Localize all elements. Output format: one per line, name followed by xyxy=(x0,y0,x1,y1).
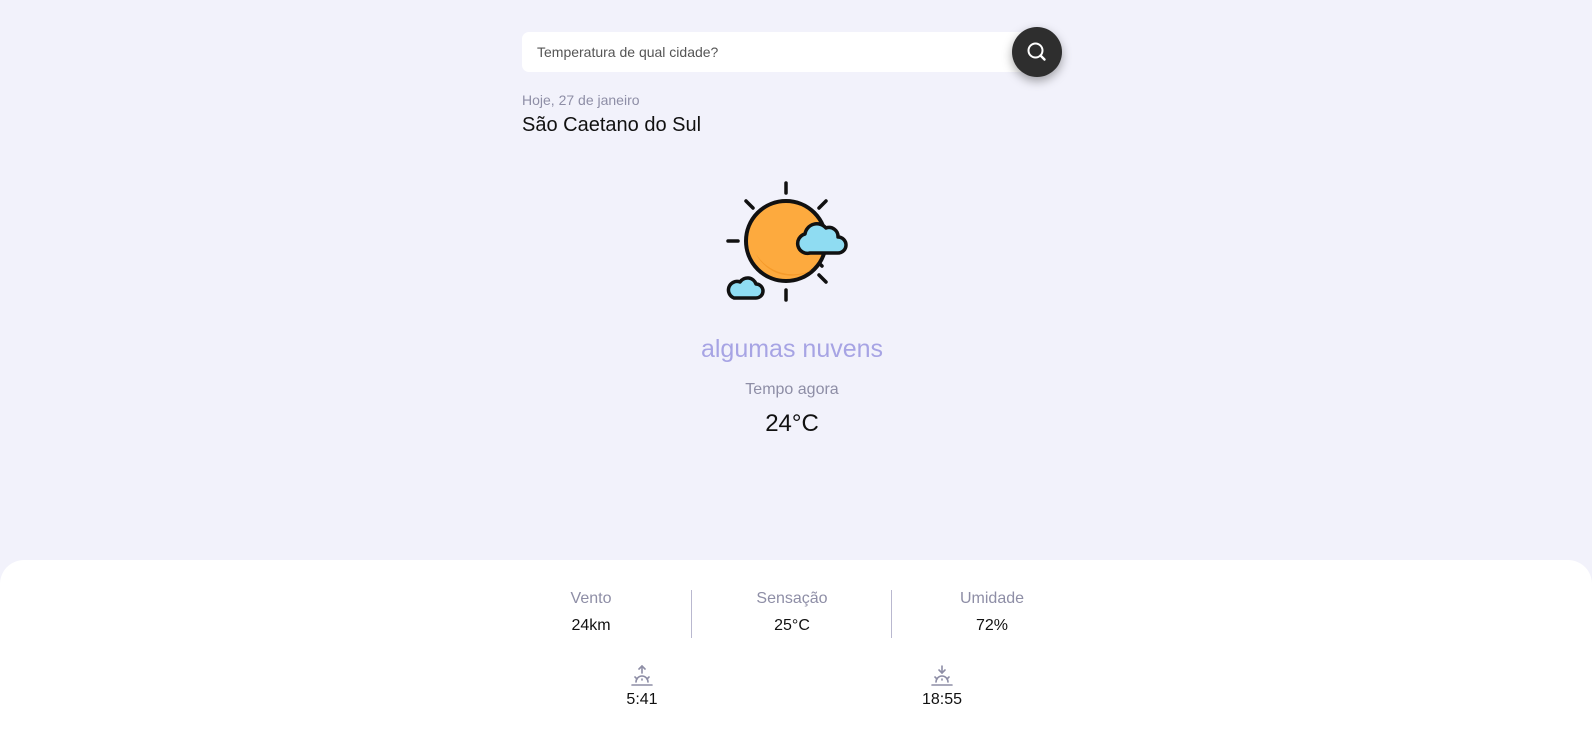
stat-value: 72% xyxy=(975,617,1009,634)
sun-with-clouds-icon xyxy=(726,180,856,305)
stat-label: Sensação xyxy=(756,590,828,607)
search-icon xyxy=(1025,40,1049,64)
stat-feels-like: Sensação 25°C xyxy=(712,590,872,635)
sunset-time: 18:55 xyxy=(921,691,963,708)
search-button[interactable] xyxy=(1012,27,1062,77)
stat-label: Umidade xyxy=(959,590,1025,607)
current-temperature: 24°C xyxy=(765,410,819,437)
stat-label: Vento xyxy=(570,590,612,607)
weather-condition: algumas nuvens xyxy=(700,335,884,363)
current-date: Hoje, 27 de janeiro xyxy=(522,92,640,108)
sunrise-icon xyxy=(602,665,682,687)
search-input[interactable] xyxy=(522,32,1042,72)
stat-value: 25°C xyxy=(774,617,810,634)
stat-value: 24km xyxy=(571,617,611,634)
search-bar xyxy=(522,27,1062,77)
divider xyxy=(891,590,892,638)
sunrise: 5:41 xyxy=(602,665,682,709)
stat-wind: Vento 24km xyxy=(511,590,671,635)
sunset: 18:55 xyxy=(902,665,982,709)
sunrise-time: 5:41 xyxy=(626,691,658,708)
divider xyxy=(691,590,692,638)
current-weather-label: Tempo agora xyxy=(745,381,839,398)
sunset-icon xyxy=(902,665,982,687)
city-name: São Caetano do Sul xyxy=(522,114,702,136)
stat-humidity: Umidade 72% xyxy=(912,590,1072,635)
details-panel: Vento 24km Sensação 25°C Umidade 72% 5:4… xyxy=(0,560,1592,745)
weather-app: Hoje, 27 de janeiro São Caetano do Sul a… xyxy=(0,0,1592,745)
